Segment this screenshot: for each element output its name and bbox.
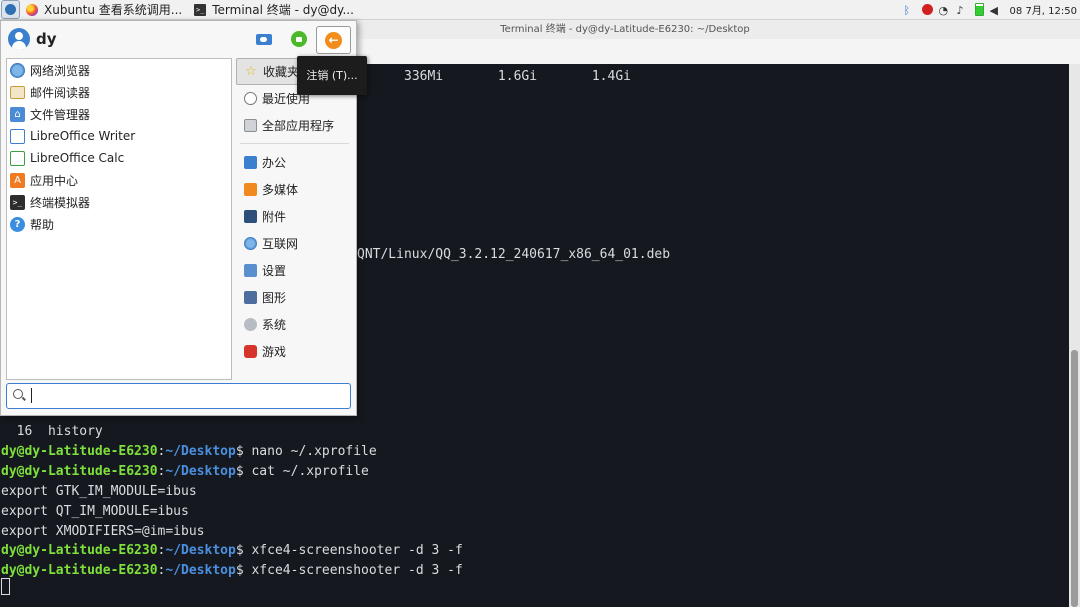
terminal-line: export GTK_IM_MODULE=ibus (1, 484, 197, 499)
category-all-applications[interactable]: 全部应用程序 (236, 112, 353, 139)
multimedia-icon (244, 183, 257, 196)
list-item-libreoffice-writer[interactable]: LibreOffice Writer (7, 125, 231, 147)
graphics-icon (244, 291, 257, 304)
category-office[interactable]: 办公 (236, 149, 353, 176)
whisker-menu-button[interactable] (1, 0, 20, 19)
category-list: ☆ 收藏夹 最近使用 全部应用程序 办公 多媒体 附件 互联网 设置 图形 系统 … (236, 58, 353, 378)
update-notifier-icon[interactable] (921, 4, 933, 15)
terminal-scrollbar[interactable] (1069, 64, 1080, 607)
favorites-list: 网络浏览器 邮件阅读器 ⌂ 文件管理器 LibreOffice Writer Li… (6, 58, 232, 380)
wifi-icon[interactable]: ◔ (939, 4, 951, 17)
terminal-line: dy@dy-Latitude-E6230:~/Desktop$ cat ~/.x… (1, 464, 369, 479)
category-accessories[interactable]: 附件 (236, 203, 353, 230)
clock-icon (244, 92, 257, 105)
category-separator (240, 143, 349, 144)
libreoffice-writer-icon (10, 128, 25, 144)
system-gear-icon (244, 318, 257, 331)
internet-icon (244, 237, 257, 250)
star-icon: ☆ (245, 64, 257, 79)
category-games[interactable]: 游戏 (236, 338, 353, 365)
list-item-mail-reader[interactable]: 邮件阅读器 (7, 81, 231, 103)
terminal-emulator-icon: >_ (10, 194, 25, 210)
office-icon (244, 156, 257, 169)
logout-button[interactable]: ← (316, 26, 351, 54)
username: dy (36, 30, 57, 48)
taskbar-item-label: Xubuntu 查看系统调用... (44, 3, 183, 17)
list-item-file-manager[interactable]: ⌂ 文件管理器 (7, 103, 231, 125)
list-item-terminal-emulator[interactable]: >_ 终端模拟器 (7, 191, 231, 213)
window-title: Terminal 终端 - dy@dy-Latitude-E6230: ~/De… (500, 24, 750, 35)
system-tray: ᛒ ◔ ♪ ◀ 08 7月, 12:50 (904, 0, 1080, 19)
terminal-line: dy@dy-Latitude-E6230:~/Desktop$ xfce4-sc… (1, 563, 463, 578)
taskbar-item-terminal[interactable]: >_ Terminal 终端 - dy@dy... (188, 0, 360, 19)
list-item-help[interactable]: ? 帮助 (7, 213, 231, 235)
terminal-line: QNT/Linux/QQ_3.2.12_240617_x86_64_01.deb (357, 247, 671, 262)
scrollbar-thumb[interactable] (1071, 350, 1078, 607)
menu-header: dy ← (1, 21, 356, 57)
lock-icon (291, 31, 307, 47)
terminal-line: export XMODIFIERS=@im=ibus (1, 524, 205, 539)
terminal-line: export QT_IM_MODULE=ibus (1, 504, 189, 519)
settings-category-icon (244, 264, 257, 277)
search-icon (13, 389, 23, 399)
lock-screen-button[interactable] (289, 29, 309, 49)
logout-tooltip: 注销 (T)... (297, 56, 367, 95)
mail-reader-icon (10, 85, 25, 99)
list-item-app-center[interactable]: A 应用中心 (7, 169, 231, 191)
firefox-icon (26, 3, 38, 16)
volume-icon[interactable]: ◀ (990, 4, 1002, 17)
category-settings[interactable]: 设置 (236, 257, 353, 284)
list-item-web-browser[interactable]: 网络浏览器 (7, 59, 231, 81)
terminal-line: dy@dy-Latitude-E6230:~/Desktop$ xfce4-sc… (1, 543, 463, 558)
terminal-line: 336Mi 1.6Gi 1.4Gi (404, 69, 631, 84)
app-center-icon: A (10, 172, 25, 188)
libreoffice-calc-icon (10, 150, 25, 166)
all-applications-icon (244, 119, 257, 132)
category-graphics[interactable]: 图形 (236, 284, 353, 311)
terminal-cursor (1, 578, 10, 595)
xubuntu-logo-icon (5, 4, 16, 15)
file-manager-icon: ⌂ (10, 106, 25, 122)
notification-bell-icon[interactable]: ♪ (957, 4, 969, 17)
clock[interactable]: 08 7月, 12:50 (1010, 2, 1077, 17)
accessories-icon (244, 210, 257, 223)
taskbar-item-label: Terminal 终端 - dy@dy... (212, 3, 354, 17)
web-browser-icon (10, 62, 25, 78)
terminal-icon: >_ (194, 3, 207, 16)
terminal-line: dy@dy-Latitude-E6230:~/Desktop$ nano ~/.… (1, 444, 377, 459)
search-input[interactable] (29, 387, 339, 404)
taskbar-item-firefox[interactable]: Xubuntu 查看系统调用... (20, 0, 188, 19)
settings-manager-button[interactable] (254, 29, 274, 49)
category-multimedia[interactable]: 多媒体 (236, 176, 353, 203)
bluetooth-icon[interactable]: ᛒ (904, 4, 916, 17)
logout-icon: ← (325, 31, 342, 49)
settings-icon (256, 33, 272, 45)
help-icon: ? (10, 216, 25, 232)
games-icon (244, 345, 257, 358)
list-item-libreoffice-calc[interactable]: LibreOffice Calc (7, 147, 231, 169)
category-system[interactable]: 系统 (236, 311, 353, 338)
category-internet[interactable]: 互联网 (236, 230, 353, 257)
search-box[interactable] (6, 383, 351, 409)
terminal-line: 16 history (1, 424, 103, 439)
battery-icon[interactable] (974, 3, 984, 16)
user-avatar-icon (8, 28, 30, 50)
top-panel: Xubuntu 查看系统调用... >_ Terminal 终端 - dy@dy… (0, 0, 1080, 20)
text-caret (31, 388, 32, 403)
